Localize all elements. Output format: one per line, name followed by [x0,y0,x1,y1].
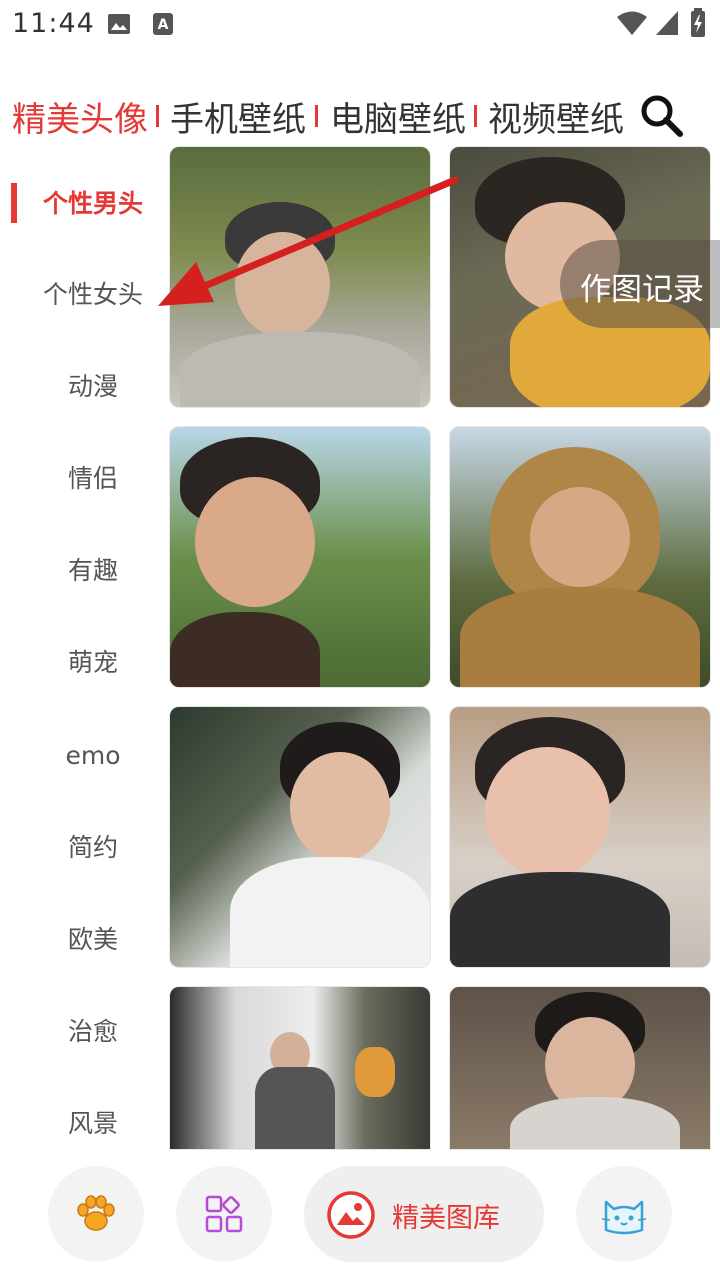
sidebar-item-pets[interactable]: 萌宠 [0,633,170,693]
tab-divider [474,105,477,127]
app-screen: 11:44 A 精美头像 手机壁纸 电脑壁纸 视频壁纸 个性男头 个性女头 动漫… [0,0,720,1280]
avatar-thumbnail[interactable] [449,986,711,1150]
sidebar-item-male[interactable]: 个性男头 [0,174,170,234]
avatar-thumbnail[interactable] [169,986,431,1150]
creation-record-label: 作图记录 [580,272,704,308]
status-bar: 11:44 A [0,0,720,50]
avatar-thumbnail[interactable] [169,706,431,968]
svg-text:A: A [158,17,169,33]
image-notification-icon [108,14,130,34]
creation-record-button[interactable]: 作图记录 [560,240,720,328]
search-icon[interactable] [638,92,684,138]
sidebar-item-simple[interactable]: 简约 [0,818,170,878]
tab-video-wallpaper[interactable]: 视频壁纸 [488,92,624,141]
grid-icon [205,1195,243,1233]
avatar-thumbnail[interactable] [169,146,431,408]
sidebar-item-funny[interactable]: 有趣 [0,541,170,601]
sidebar-item-couple[interactable]: 情侣 [0,449,170,509]
avatar-thumbnail[interactable] [449,706,711,968]
tab-divider [156,105,159,127]
status-time: 11:44 [12,8,95,39]
side-handle [710,240,720,328]
sidebar-item-scenery[interactable]: 风景 [0,1094,170,1154]
sidebar-item-emo[interactable]: emo [0,726,170,786]
tab-pc-wallpaper[interactable]: 电脑壁纸 [330,92,466,141]
sidebar-item-anime[interactable]: 动漫 [0,357,170,417]
signal-icon [656,11,678,35]
gallery-icon [327,1191,375,1239]
avatar-thumbnail[interactable] [169,426,431,688]
wifi-icon [617,11,647,35]
tab-divider [315,105,318,127]
battery-icon [691,8,705,37]
sidebar-item-female[interactable]: 个性女头 [0,265,170,325]
sidebar-item-healing[interactable]: 治愈 [0,1002,170,1062]
tab-phone-wallpaper[interactable]: 手机壁纸 [170,92,306,141]
category-sidebar: 个性男头 个性女头 动漫 情侣 有趣 萌宠 emo 简约 欧美 治愈 风景 [0,160,170,1150]
app-notification-icon: A [153,13,173,35]
sidebar-item-western[interactable]: 欧美 [0,910,170,970]
nav-gallery-label: 精美图库 [392,1203,500,1234]
avatar-thumbnail[interactable] [449,426,711,688]
cat-icon [601,1200,647,1235]
category-tabs: 精美头像 手机壁纸 电脑壁纸 视频壁纸 [0,88,720,144]
paw-icon [77,1195,115,1231]
tab-avatar[interactable]: 精美头像 [12,92,148,141]
